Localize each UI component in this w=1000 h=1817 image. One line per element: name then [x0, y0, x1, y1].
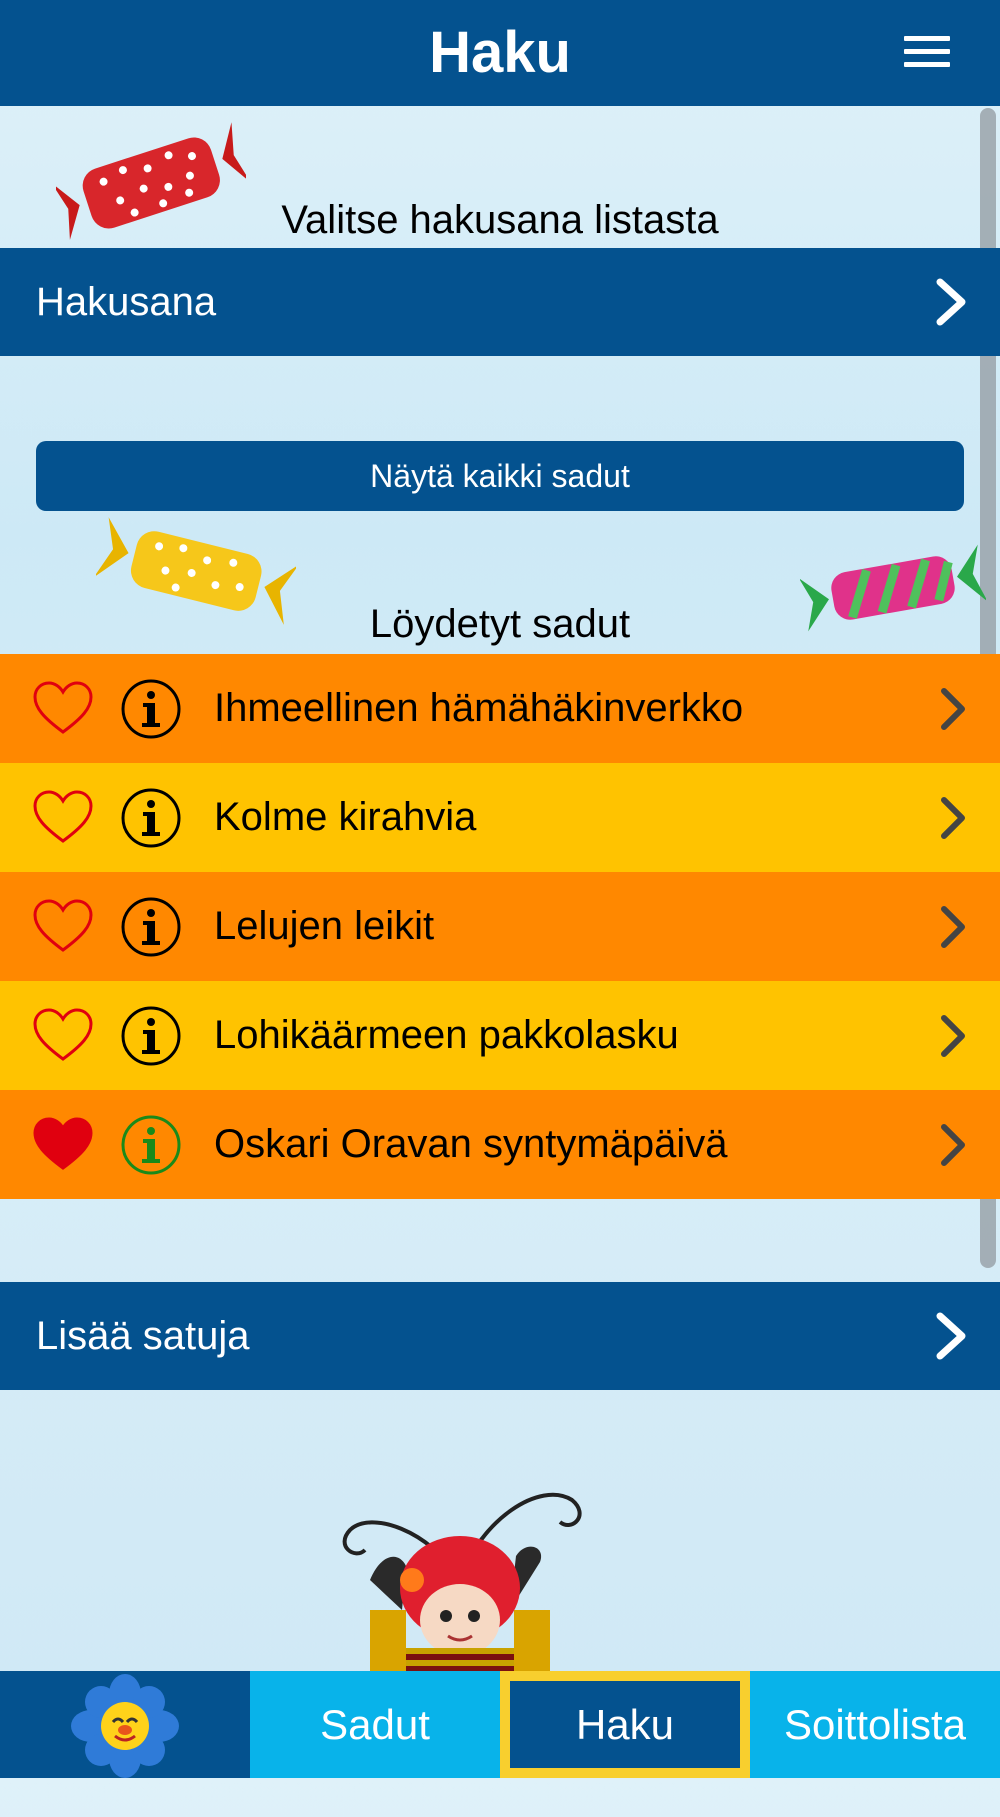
chevron-right-icon: [941, 688, 965, 730]
heart-outline-icon[interactable]: [32, 1007, 94, 1063]
story-title: Lohikäärmeen pakkolasku: [214, 1013, 679, 1057]
tab-sadut[interactable]: Sadut: [250, 1671, 500, 1778]
story-title: Ihmeellinen hämähäkinverkko: [214, 686, 744, 730]
story-title: Kolme kirahvia: [214, 795, 477, 839]
story-row[interactable]: Lelujen leikit: [0, 872, 1000, 981]
tab-haku[interactable]: Haku: [500, 1671, 750, 1778]
flower-logo-icon: [71, 1674, 179, 1778]
home-logo-tab[interactable]: [0, 1671, 250, 1778]
chevron-right-icon: [936, 278, 966, 326]
story-title: Oskari Oravan syntymäpäivä: [214, 1122, 728, 1166]
keyword-selector[interactable]: Hakusana: [0, 248, 1000, 356]
chevron-right-icon: [936, 1312, 966, 1360]
heart-outline-icon[interactable]: [32, 789, 94, 845]
tab-soittolista[interactable]: Soittolista: [750, 1671, 1000, 1778]
heart-filled-icon[interactable]: [32, 1116, 94, 1172]
info-icon[interactable]: [120, 1114, 182, 1176]
story-row[interactable]: Ihmeellinen hämähäkinverkko: [0, 654, 1000, 763]
chevron-right-icon: [941, 797, 965, 839]
ladybug-character-illustration: [342, 1492, 582, 1671]
more-stories-row[interactable]: Lisää satuja: [0, 1282, 1000, 1390]
story-title: Lelujen leikit: [214, 904, 435, 948]
story-row[interactable]: Lohikäärmeen pakkolasku: [0, 981, 1000, 1090]
results-heading: Löydetyt sadut: [369, 602, 631, 646]
info-icon[interactable]: [120, 1005, 182, 1067]
keyword-label: Hakusana: [36, 280, 217, 324]
chevron-right-icon: [941, 1124, 965, 1166]
story-row[interactable]: Oskari Oravan syntymäpäivä: [0, 1090, 1000, 1199]
search-instruction: Valitse hakusana listasta: [281, 198, 719, 242]
top-app-bar: Haku: [0, 0, 1000, 106]
chevron-right-icon: [941, 1015, 965, 1057]
more-stories-label: Lisää satuja: [36, 1314, 250, 1358]
heart-outline-icon[interactable]: [32, 680, 94, 736]
bottom-navigation: Sadut Haku Soittolista: [0, 1671, 1000, 1778]
page-title: Haku: [429, 20, 571, 85]
hamburger-menu-icon[interactable]: [904, 36, 950, 70]
story-row[interactable]: Kolme kirahvia: [0, 763, 1000, 872]
show-all-stories-button[interactable]: Näytä kaikki sadut: [36, 441, 964, 511]
info-icon[interactable]: [120, 678, 182, 740]
info-icon[interactable]: [120, 787, 182, 849]
chevron-right-icon: [941, 906, 965, 948]
info-icon[interactable]: [120, 896, 182, 958]
heart-outline-icon[interactable]: [32, 898, 94, 954]
